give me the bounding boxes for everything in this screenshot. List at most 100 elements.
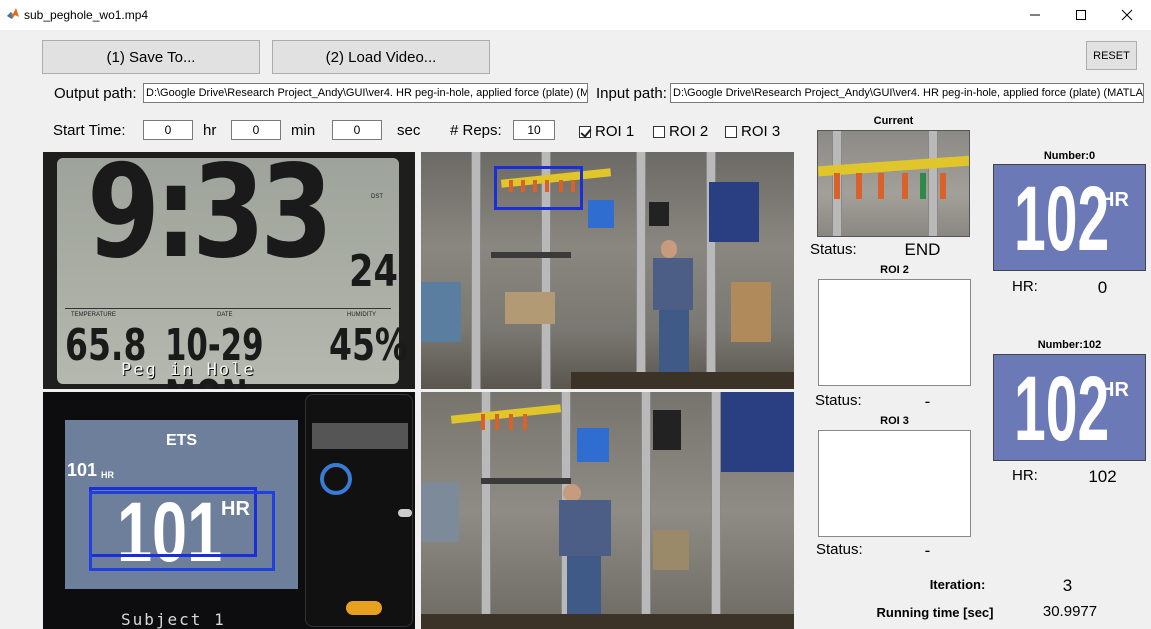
roi3-preview xyxy=(818,430,971,537)
output-path-field[interactable]: D:\Google Drive\Research Project_Andy\GU… xyxy=(143,83,588,103)
wall-device xyxy=(649,202,669,226)
clock-caption: Peg in Hole xyxy=(121,360,256,380)
phone-hr-ring-icon xyxy=(320,463,352,495)
clock-time: 9:33 xyxy=(87,152,333,287)
roi2-heading: ROI 2 xyxy=(880,264,909,276)
peg xyxy=(495,414,499,430)
roi2-preview xyxy=(818,279,971,386)
floor xyxy=(571,372,794,389)
roi3-status-value: - xyxy=(924,541,931,560)
current-heading: Current xyxy=(873,115,914,127)
min-unit-label: min xyxy=(291,122,316,139)
number2-heading: Number:102 xyxy=(1037,339,1102,351)
peg xyxy=(940,173,946,199)
phone-start-button xyxy=(346,601,382,615)
close-button[interactable] xyxy=(1104,0,1150,30)
number2-digits: 102 xyxy=(1014,358,1110,460)
clock-humidity-label: HUMIDITY xyxy=(347,312,376,318)
minimize-icon xyxy=(1030,14,1040,16)
minimize-button[interactable] xyxy=(1012,0,1058,30)
output-path-label: Output path: xyxy=(54,85,137,102)
peg xyxy=(523,414,527,430)
reset-button[interactable]: RESET xyxy=(1086,41,1137,70)
wall-plate xyxy=(653,530,689,570)
clock-divider xyxy=(65,308,391,309)
blue-hole-board xyxy=(588,200,614,228)
save-to-button[interactable]: (1) Save To... xyxy=(42,40,260,74)
number2-preview: 102 HR xyxy=(993,354,1146,461)
clock-humidity: 45% xyxy=(329,320,408,371)
subject-person xyxy=(653,240,701,388)
wall-rail xyxy=(641,392,651,629)
roi1-checkbox-label: ROI 1 xyxy=(595,123,635,140)
current-roi-thumbnail xyxy=(817,130,970,237)
video-wall-quadrant-bottom xyxy=(421,392,794,629)
start-minute-field[interactable]: 0 xyxy=(231,120,281,140)
roi2-checkbox[interactable]: ROI 2 xyxy=(653,123,708,140)
maximize-icon xyxy=(1076,10,1086,20)
video-wall-quadrant-top xyxy=(421,152,794,389)
roi1-checkbox[interactable]: ROI 1 xyxy=(579,123,634,140)
peg-board xyxy=(505,292,555,324)
wall-shelf xyxy=(491,252,571,258)
clock-seconds: 24 xyxy=(349,246,398,297)
peg xyxy=(878,173,884,199)
wall-rail xyxy=(711,392,721,629)
roi2-status-label: Status: xyxy=(815,392,862,409)
number1-heading: Number:0 xyxy=(1043,150,1096,162)
start-second-field[interactable]: 0 xyxy=(332,120,382,140)
video-hr-monitor-quadrant: ETS 101 HR 101 HR Subject 1 xyxy=(43,392,415,629)
roi1-overlay[interactable] xyxy=(494,166,583,210)
wall-poster xyxy=(709,182,759,242)
roi2-check-icon xyxy=(653,125,665,138)
hr2-value: 102 xyxy=(1088,467,1117,486)
background-boxes xyxy=(731,282,771,342)
number1-preview: 102 HR xyxy=(993,164,1146,271)
clock-date-label: DATE xyxy=(217,312,233,318)
hr-unit-label: hr xyxy=(203,122,217,139)
wall-rail xyxy=(928,131,938,236)
peg xyxy=(481,414,485,430)
hr-roi-overlay-outer[interactable] xyxy=(89,491,275,571)
running-time-value: 30.9977 xyxy=(1042,603,1098,620)
clock-temp-label: TEMPERATURE xyxy=(71,312,116,318)
floor xyxy=(421,614,794,629)
smartphone-screen xyxy=(305,394,413,627)
roi3-checkbox[interactable]: ROI 3 xyxy=(725,123,780,140)
blue-hole-board xyxy=(577,428,609,462)
input-path-field[interactable]: D:\Google Drive\Research Project_Andy\GU… xyxy=(670,83,1144,103)
close-icon xyxy=(1121,9,1133,21)
roi3-check-icon xyxy=(725,125,737,138)
roi2-status-value: - xyxy=(924,392,931,411)
video-clock-quadrant: 9:33 24 DST TEMPERATURE DATE HUMIDITY 65… xyxy=(43,152,415,389)
ets-screen: ETS 101 HR 101 HR xyxy=(65,420,298,589)
reps-field[interactable]: 10 xyxy=(513,120,555,140)
clock-dst: DST xyxy=(371,194,383,200)
peg xyxy=(509,414,513,430)
ets-title: ETS xyxy=(165,432,198,449)
roi1-status-label: Status: xyxy=(810,241,857,258)
maximize-button[interactable] xyxy=(1058,0,1104,30)
wall-poster xyxy=(721,392,794,472)
sec-unit-label: sec xyxy=(397,122,421,139)
phone-map-panel xyxy=(312,423,408,449)
clock-display: 9:33 24 DST TEMPERATURE DATE HUMIDITY 65… xyxy=(57,152,408,389)
roi1-status-value: END xyxy=(904,240,941,259)
reps-label: # Reps: xyxy=(450,122,502,139)
number1-digits: 102 xyxy=(1014,168,1110,270)
number1-unit: HR xyxy=(1100,189,1129,211)
input-path-label: Input path: xyxy=(596,85,667,102)
wall-rail xyxy=(636,152,646,389)
hr2-label: HR: xyxy=(1012,467,1038,484)
iteration-value: 3 xyxy=(1062,576,1073,595)
matlab-icon xyxy=(6,7,20,21)
peg xyxy=(834,173,840,199)
start-hour-field[interactable]: 0 xyxy=(143,120,193,140)
wall-rail xyxy=(471,152,481,389)
title-bar: sub_peghole_wo1.mp4 xyxy=(0,0,1151,30)
running-time-label: Running time [sec] xyxy=(876,605,994,620)
roi3-status-label: Status: xyxy=(816,541,863,558)
load-video-button[interactable]: (2) Load Video... xyxy=(272,40,490,74)
wall-shelf xyxy=(481,478,571,484)
background-equipment xyxy=(421,482,459,542)
